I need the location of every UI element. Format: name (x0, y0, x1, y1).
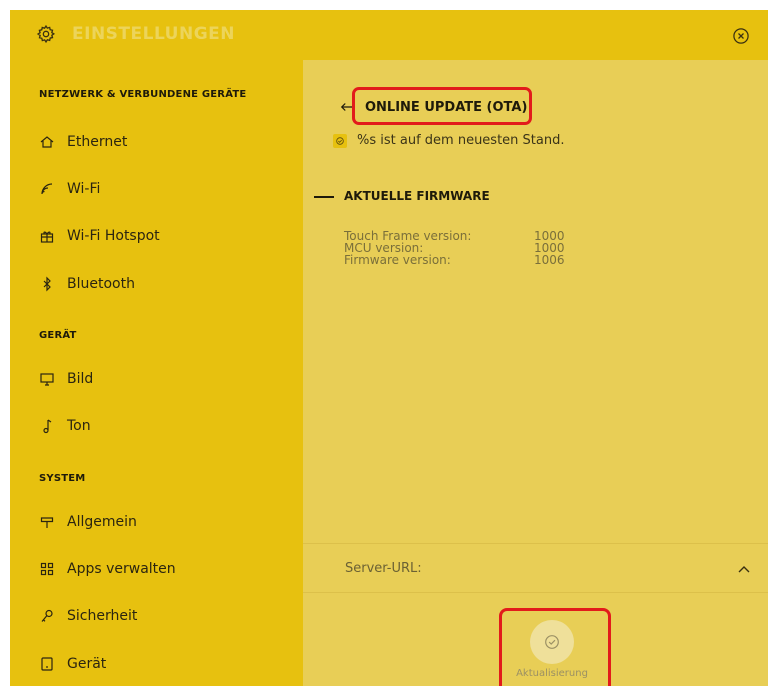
section-title-network: NETZWERK & VERBUNDENE GERÄTE (39, 89, 247, 100)
status-row: %s ist auf dem neuesten Stand. (333, 133, 565, 148)
sidebar-item-bild[interactable]: Bild (28, 362, 290, 396)
sidebar: NETZWERK & VERBUNDENE GERÄTE Ethernet Wi… (10, 60, 303, 686)
sidebar-item-label: Ethernet (67, 134, 128, 150)
sidebar-item-label: Ton (67, 418, 91, 434)
sidebar-item-label: Wi-Fi (67, 181, 101, 197)
device-icon (38, 655, 56, 673)
home-icon (38, 133, 56, 151)
header-title: EINSTELLUNGEN (72, 24, 236, 44)
sidebar-item-allgemein[interactable]: Allgemein (28, 505, 290, 539)
apps-grid-icon (38, 560, 56, 578)
firmware-label: Firmware version: (344, 253, 451, 267)
sidebar-item-label: Apps verwalten (67, 561, 176, 577)
sidebar-item-ethernet[interactable]: Ethernet (28, 125, 290, 159)
sidebar-item-label: Bluetooth (67, 276, 135, 292)
key-icon (38, 607, 56, 625)
server-url-label: Server-URL: (345, 560, 422, 576)
sidebar-item-label: Wi-Fi Hotspot (67, 228, 160, 244)
sidebar-item-label: Allgemein (67, 514, 137, 530)
sidebar-item-wifi-hotspot[interactable]: Wi-Fi Hotspot (28, 219, 290, 253)
firmware-value: 1006 (534, 253, 565, 267)
sidebar-item-bluetooth[interactable]: Bluetooth (28, 267, 290, 301)
sidebar-item-label: Bild (67, 371, 94, 387)
section-marker (314, 196, 334, 198)
gear-icon (36, 24, 56, 44)
music-note-icon (38, 417, 56, 435)
gift-icon (38, 227, 56, 245)
section-title-device: GERÄT (39, 330, 77, 341)
server-url-row[interactable]: Server-URL: (303, 544, 768, 592)
firmware-section-title: AKTUELLE FIRMWARE (344, 189, 490, 203)
signpost-icon (38, 513, 56, 531)
section-title-system: SYSTEM (39, 473, 86, 484)
highlight-box-title (352, 87, 532, 125)
sidebar-item-sicherheit[interactable]: Sicherheit (28, 599, 290, 633)
header-bar: EINSTELLUNGEN (10, 10, 768, 60)
firmware-row: Firmware version: 1006 (344, 254, 565, 266)
bluetooth-icon (38, 275, 56, 293)
sidebar-item-ton[interactable]: Ton (28, 409, 290, 443)
divider (303, 592, 768, 593)
wifi-icon (38, 180, 56, 198)
status-text: %s ist auf dem neuesten Stand. (357, 133, 565, 148)
chevron-up-icon[interactable] (736, 561, 752, 575)
sidebar-item-label: Gerät (67, 656, 107, 672)
sidebar-item-apps-verwalten[interactable]: Apps verwalten (28, 552, 290, 586)
sidebar-item-label: Sicherheit (67, 608, 138, 624)
main-panel: ONLINE UPDATE (OTA) %s ist auf dem neues… (303, 60, 768, 686)
sidebar-item-geraet[interactable]: Gerät (28, 647, 290, 681)
monitor-icon (38, 370, 56, 388)
settings-app: EINSTELLUNGEN NETZWERK & VERBUNDENE GERÄ… (10, 10, 768, 686)
sidebar-item-wifi[interactable]: Wi-Fi (28, 172, 290, 206)
highlight-box-update (499, 608, 611, 686)
close-circle-icon[interactable] (731, 26, 751, 46)
check-circle-icon (333, 133, 347, 148)
